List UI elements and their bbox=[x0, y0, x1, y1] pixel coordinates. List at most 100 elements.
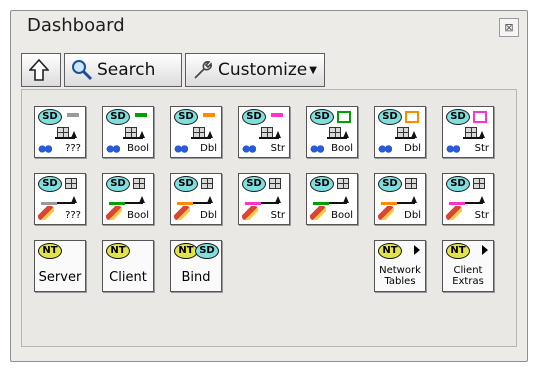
binoculars-icon bbox=[106, 143, 120, 153]
cluster-icon bbox=[473, 178, 485, 189]
type-wire-icon bbox=[271, 113, 283, 117]
pencil-icon bbox=[310, 206, 326, 220]
sd-badge: SD bbox=[310, 109, 334, 125]
type-wire-icon bbox=[135, 113, 147, 117]
search-icon bbox=[72, 60, 93, 81]
arrow-icon bbox=[395, 131, 417, 139]
type-wire-icon bbox=[245, 202, 261, 205]
type-wire-icon bbox=[405, 111, 419, 123]
sd-badge: SD bbox=[242, 176, 266, 192]
sd-badge: SD bbox=[195, 243, 219, 259]
cluster-icon bbox=[337, 178, 349, 189]
palette-title: Dashboard bbox=[27, 15, 125, 36]
sd-badge: SD bbox=[106, 176, 130, 192]
pencil-icon bbox=[378, 206, 394, 220]
vi-write-anyanyany-0[interactable]: SD??? bbox=[34, 173, 86, 225]
binoculars-icon bbox=[38, 143, 52, 153]
type-wire-icon bbox=[109, 202, 125, 205]
binoculars-icon bbox=[446, 143, 460, 153]
vi-write-bool-4[interactable]: SD Bool bbox=[306, 173, 358, 225]
pencil-icon bbox=[106, 206, 122, 220]
vi-type-label: Bool bbox=[127, 210, 149, 221]
arrow-icon bbox=[259, 131, 281, 139]
close-button[interactable]: ⊠ bbox=[499, 18, 519, 37]
cluster-icon bbox=[269, 178, 281, 189]
nt-badge: NT bbox=[446, 243, 470, 259]
vi-write-dbl-2[interactable]: SD Dbl bbox=[170, 173, 222, 225]
arrow-icon bbox=[397, 196, 417, 204]
vi-read-dbl-2[interactable]: SD Dbl bbox=[170, 106, 222, 158]
nt-item-label: Bind bbox=[181, 270, 211, 285]
vi-type-label: ??? bbox=[65, 143, 81, 154]
dropdown-arrow-icon: ▼ bbox=[309, 64, 317, 76]
vi-write-dbl-5[interactable]: SD Dbl bbox=[374, 173, 426, 225]
arrow-icon bbox=[191, 131, 213, 139]
nt-client-vi[interactable]: NT Client bbox=[102, 240, 154, 292]
nt-item-label: Server bbox=[38, 270, 82, 285]
sd-badge: SD bbox=[446, 176, 470, 192]
sd-badge: SD bbox=[378, 109, 402, 125]
nt-badge: NT bbox=[38, 243, 62, 259]
cluster-icon bbox=[65, 178, 77, 189]
vi-write-str-6[interactable]: SD Str bbox=[442, 173, 494, 225]
search-button[interactable]: Search bbox=[64, 53, 182, 87]
type-wire-icon bbox=[203, 113, 215, 117]
vi-type-label: ??? bbox=[65, 210, 81, 221]
sd-badge: SD bbox=[310, 176, 334, 192]
folder-label: Client Extras bbox=[452, 265, 484, 287]
sd-badge: SD bbox=[446, 109, 470, 125]
nt-item-label: Client bbox=[109, 270, 147, 285]
up-arrow-icon bbox=[29, 59, 49, 81]
arrow-icon bbox=[463, 131, 485, 139]
binoculars-icon bbox=[310, 143, 324, 153]
search-label: Search bbox=[97, 60, 156, 80]
palette-toolbar: Search Customize ▼ bbox=[21, 53, 325, 87]
cluster-icon bbox=[133, 178, 145, 189]
vi-write-str-3[interactable]: SD Str bbox=[238, 173, 290, 225]
pencil-icon bbox=[174, 206, 190, 220]
nt-badge: NT bbox=[378, 243, 402, 259]
nt-server-vi[interactable]: NT Server bbox=[34, 240, 86, 292]
customize-label: Customize bbox=[218, 60, 308, 80]
sd-badge: SD bbox=[242, 109, 266, 125]
arrow-icon bbox=[57, 196, 77, 204]
vi-type-label: Dbl bbox=[404, 143, 421, 154]
nt-badge: NT bbox=[106, 243, 130, 259]
vi-write-bool-1[interactable]: SD Bool bbox=[102, 173, 154, 225]
vi-type-label: Str bbox=[270, 210, 285, 221]
vi-read-str-3[interactable]: SD Str bbox=[238, 106, 290, 158]
sd-badge: SD bbox=[106, 109, 130, 125]
arrow-icon bbox=[123, 131, 145, 139]
vi-type-label: Dbl bbox=[404, 210, 421, 221]
wrench-icon bbox=[194, 61, 212, 79]
cluster-icon bbox=[201, 178, 213, 189]
pencil-icon bbox=[446, 206, 462, 220]
nt-bind-vi[interactable]: NT SD Bind bbox=[170, 240, 222, 292]
vi-read-str-6[interactable]: SD Str bbox=[442, 106, 494, 158]
type-wire-icon bbox=[177, 202, 193, 205]
arrow-icon bbox=[125, 196, 145, 204]
vi-read-dbl-5[interactable]: SD Dbl bbox=[374, 106, 426, 158]
sd-badge: SD bbox=[378, 176, 402, 192]
sd-badge: SD bbox=[174, 176, 198, 192]
sd-badge: SD bbox=[38, 176, 62, 192]
customize-button[interactable]: Customize ▼ bbox=[185, 53, 325, 87]
vi-read-bool-1[interactable]: SD Bool bbox=[102, 106, 154, 158]
palette-content: SD??? SD Bool SD Dbl SD Str SD Bool SD Dbl SD Str SD?… bbox=[21, 89, 517, 347]
folder-client[interactable]: NT Client Extras bbox=[442, 240, 494, 292]
folder-network[interactable]: NT Network Tables bbox=[374, 240, 426, 292]
vi-read-bool-4[interactable]: SD Bool bbox=[306, 106, 358, 158]
type-wire-icon bbox=[449, 202, 465, 205]
vi-type-label: Dbl bbox=[200, 143, 217, 154]
cluster-icon bbox=[405, 178, 417, 189]
up-button[interactable] bbox=[21, 53, 61, 87]
vi-type-label: Dbl bbox=[200, 210, 217, 221]
arrow-icon bbox=[329, 196, 349, 204]
vi-read-anyanyany-0[interactable]: SD??? bbox=[34, 106, 86, 158]
type-wire-icon bbox=[41, 202, 57, 205]
vi-type-label: Bool bbox=[331, 210, 353, 221]
type-wire-icon bbox=[381, 202, 397, 205]
submenu-arrow-icon bbox=[482, 245, 488, 255]
type-wire-icon bbox=[473, 111, 487, 123]
sd-badge: SD bbox=[38, 109, 62, 125]
